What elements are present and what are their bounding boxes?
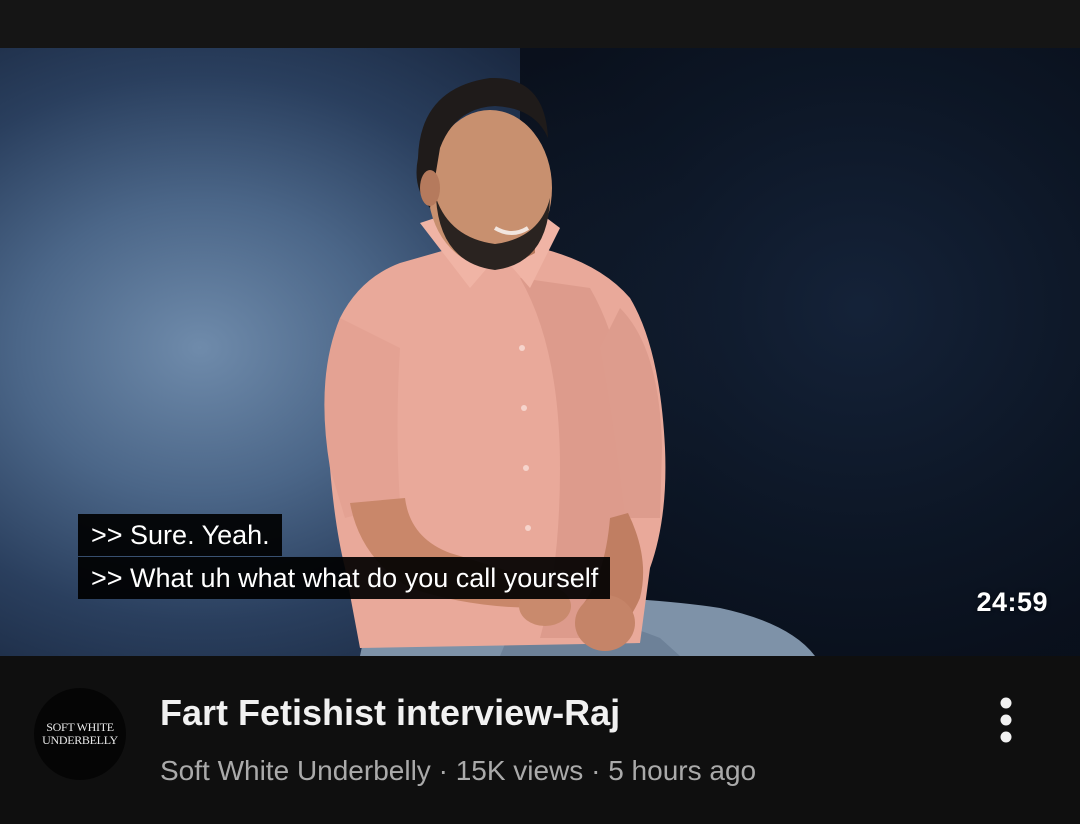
meta-separator: · <box>430 755 456 786</box>
upload-age: 5 hours ago <box>608 755 757 786</box>
video-duration: 24:59 <box>976 587 1048 617</box>
video-details: SOFT WHITE UNDERBELLY Fart Fetishist int… <box>0 656 1080 824</box>
caption-line: >> Sure. Yeah. <box>78 514 282 556</box>
video-title[interactable]: Fart Fetishist interview-Raj <box>160 692 620 734</box>
more-vert-icon <box>1000 697 1012 743</box>
avatar-text-line: UNDERBELLY <box>42 733 118 747</box>
meta-separator: · <box>583 755 609 786</box>
channel-name[interactable]: Soft White Underbelly <box>160 755 431 786</box>
caption-line: >> What uh what what do you call yoursel… <box>78 557 611 599</box>
video-thumbnail[interactable]: >> Sure. Yeah. >> What uh what what do y… <box>0 48 1080 656</box>
view-count: 15K views <box>455 755 584 786</box>
captions: >> Sure. Yeah. >> What uh what what do y… <box>78 514 611 600</box>
status-bar <box>0 0 1080 48</box>
channel-avatar[interactable]: SOFT WHITE UNDERBELLY <box>34 688 126 780</box>
more-options-button[interactable] <box>986 694 1026 746</box>
video-meta: Soft White Underbelly · 15K views · 5 ho… <box>160 755 756 787</box>
